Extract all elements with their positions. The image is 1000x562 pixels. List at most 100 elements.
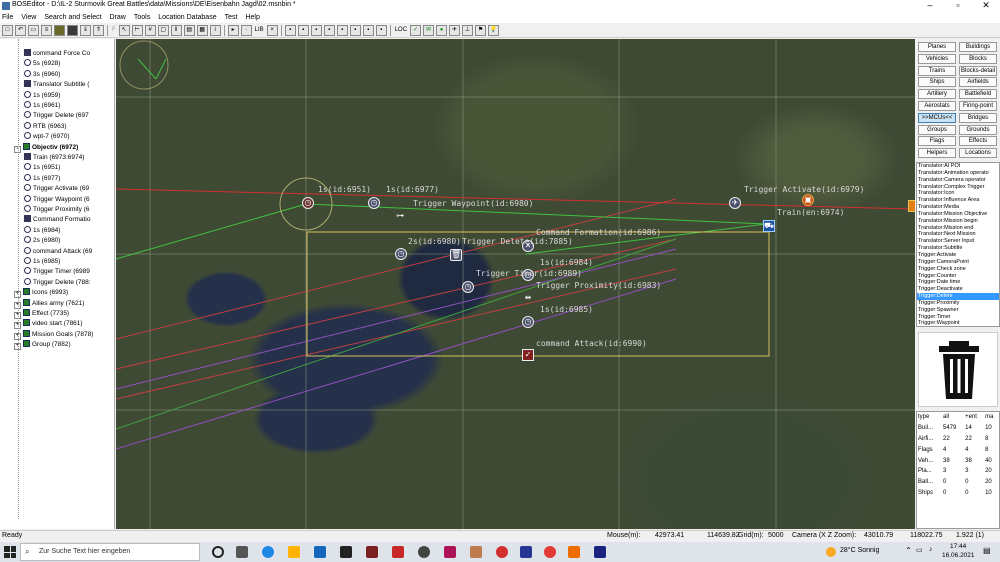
delete-node-icon[interactable]: 🗑: [450, 249, 462, 261]
tree-item[interactable]: command Attack (69: [24, 246, 92, 257]
weather-text[interactable]: 28°C Sonnig: [840, 547, 879, 554]
edge-icon[interactable]: [262, 546, 274, 558]
proximity-node-icon[interactable]: ⇹: [522, 293, 534, 305]
category-button[interactable]: Flags: [918, 136, 956, 147]
mcu-type-item[interactable]: Trigger:Proximity: [917, 300, 999, 307]
mcu-type-item[interactable]: Trigger:Deactivate: [917, 286, 999, 293]
tree-item[interactable]: + Allies army (7621): [14, 298, 84, 309]
flag-icon[interactable]: ⚑: [475, 24, 487, 36]
mcu-type-item[interactable]: Translator:Mission end: [917, 225, 999, 232]
menu-view[interactable]: View: [21, 12, 36, 23]
star-app-icon[interactable]: [392, 546, 404, 558]
tree-item[interactable]: + Group (7882): [14, 340, 71, 351]
app-icon-8[interactable]: [496, 546, 508, 558]
tree-item[interactable]: Trigger Waypoint (6: [24, 194, 90, 205]
select-icon[interactable]: ▦: [196, 24, 208, 36]
play-icon[interactable]: ▸: [227, 24, 239, 36]
category-button[interactable]: >>MCUs<<: [918, 112, 956, 123]
timer-node-icon[interactable]: ◷: [302, 197, 314, 209]
timer-node-icon[interactable]: ◷: [395, 248, 407, 260]
app-icon-5[interactable]: [418, 546, 430, 558]
mcu-type-item[interactable]: Trigger:Timer: [917, 314, 999, 321]
notifications-icon[interactable]: ▤: [983, 546, 991, 555]
mcu-type-item[interactable]: Translator:Mission begin: [917, 218, 999, 225]
tree-item[interactable]: - Objectiv (6972): [14, 142, 78, 153]
mcu-type-item[interactable]: Translator:Complex Trigger: [917, 184, 999, 191]
check-icon[interactable]: ✓: [410, 24, 422, 36]
loc-button[interactable]: LOC: [394, 25, 408, 36]
mcu-4-icon[interactable]: ▪: [323, 24, 335, 36]
app-icon-9[interactable]: [520, 546, 532, 558]
tree-item[interactable]: 1s (6961): [24, 101, 60, 111]
menu-location-database[interactable]: Location Database: [158, 12, 216, 23]
mcu-type-item[interactable]: Trigger:CameraPoint: [917, 259, 999, 266]
mcu-type-item[interactable]: Translator:Media: [917, 204, 999, 211]
attack-node-icon[interactable]: ✓: [522, 349, 534, 361]
mcu-5-icon[interactable]: ▪: [336, 24, 348, 36]
category-button[interactable]: Helpers: [918, 148, 956, 159]
mission-tree[interactable]: command Force Co 5s (6928) 3s (6960) Transl…: [0, 39, 115, 529]
info-icon[interactable]: i: [209, 24, 221, 36]
bulb-icon[interactable]: 💡: [488, 24, 500, 36]
tree-item[interactable]: wpt-7 (6970): [24, 132, 70, 142]
keyboard-icon[interactable]: ▭: [28, 24, 39, 36]
taskbar-search-input[interactable]: ⌕ Zur Suche Text hier eingeben: [20, 543, 200, 561]
tree-item[interactable]: Trigger Activate (69: [24, 184, 89, 194]
tree-item[interactable]: 1s (6951): [24, 163, 60, 173]
tree-item[interactable]: Trigger Delete (788:: [24, 277, 91, 288]
dot-icon[interactable]: ·: [240, 24, 252, 36]
layers-icon[interactable]: ▤: [183, 24, 195, 36]
clock-time[interactable]: 17:44: [950, 543, 966, 550]
app-icon-11[interactable]: [568, 546, 580, 558]
lib-button[interactable]: LIB: [254, 25, 265, 36]
category-button[interactable]: Bridges: [959, 112, 997, 123]
f-button[interactable]: F: [111, 25, 117, 36]
category-button[interactable]: Ships: [918, 77, 956, 88]
tree-item[interactable]: + Icons (6993): [14, 288, 68, 299]
tray-up-icon[interactable]: ⌃: [905, 546, 912, 555]
tree-item[interactable]: + Mission Goals (7878): [14, 329, 93, 340]
waypoint-node-icon[interactable]: ⊶: [394, 211, 406, 223]
mcu-type-item[interactable]: Trigger:Check zone: [917, 266, 999, 273]
mcu-type-item[interactable]: Translator:AI POI: [917, 163, 999, 170]
offscreen-node-icon[interactable]: [908, 200, 915, 212]
tree-item[interactable]: 1s (6959): [24, 90, 60, 101]
mcu-type-item[interactable]: Translator:Animation operato: [917, 170, 999, 177]
category-button[interactable]: Battlefield: [959, 89, 997, 100]
menu-test[interactable]: Test: [225, 12, 238, 23]
tree-item[interactable]: Trigger Proximity (6: [24, 205, 89, 215]
explorer-icon[interactable]: [288, 546, 300, 558]
tree-item[interactable]: 5s (6928): [24, 59, 60, 69]
undo-icon[interactable]: ↶: [15, 24, 26, 36]
map-icon[interactable]: [54, 24, 65, 36]
menu-search-select[interactable]: Search and Select: [44, 12, 101, 23]
menu-draw[interactable]: Draw: [110, 12, 126, 23]
tree-item[interactable]: 3s (6960): [24, 69, 60, 80]
columns-icon[interactable]: ‖: [170, 24, 182, 36]
chrome-icon[interactable]: [544, 546, 556, 558]
tree-icon[interactable]: ⊢: [131, 24, 143, 36]
train-node-icon[interactable]: ▣: [802, 194, 814, 206]
tree-item[interactable]: Train (6973:6974): [24, 153, 84, 163]
category-button[interactable]: Vehicles: [918, 53, 956, 64]
tree-item[interactable]: 1s (6977): [24, 173, 60, 184]
mcu-type-item[interactable]: Trigger:Spawner: [917, 307, 999, 314]
mcu-type-item[interactable]: Trigger:Counter: [917, 273, 999, 280]
category-button[interactable]: Blocks: [959, 53, 997, 64]
train-position-icon[interactable]: ⛟: [763, 220, 775, 232]
category-button[interactable]: Effects: [959, 136, 997, 147]
mcu-type-list[interactable]: Translator:AI POI Translator:Animation op…: [916, 162, 1000, 327]
grid-dark-icon[interactable]: [67, 24, 78, 36]
timer-node-icon[interactable]: ◷: [522, 316, 534, 328]
map-view[interactable]: ◷ ◷ ⊶ ✈ ▣ ⛟ ✕ ◷ 🗑 ◷ ◷ ⇹ ◷ ✓ 1s(id:6951) …: [116, 39, 915, 529]
app-icon-7[interactable]: [470, 546, 482, 558]
mcu-type-item[interactable]: Translator:Camera operator: [917, 177, 999, 184]
tree-item[interactable]: Command Formatio: [24, 215, 90, 225]
category-button[interactable]: Planes: [918, 42, 956, 52]
mcu-type-item[interactable]: Translator:Mission Objective: [917, 211, 999, 218]
amazon-icon[interactable]: [340, 546, 352, 558]
task-view-icon[interactable]: [236, 546, 248, 558]
green-dot-icon[interactable]: ●: [436, 24, 448, 36]
tree-item[interactable]: + video start (7861): [14, 319, 83, 330]
app-icon-6[interactable]: [444, 546, 456, 558]
